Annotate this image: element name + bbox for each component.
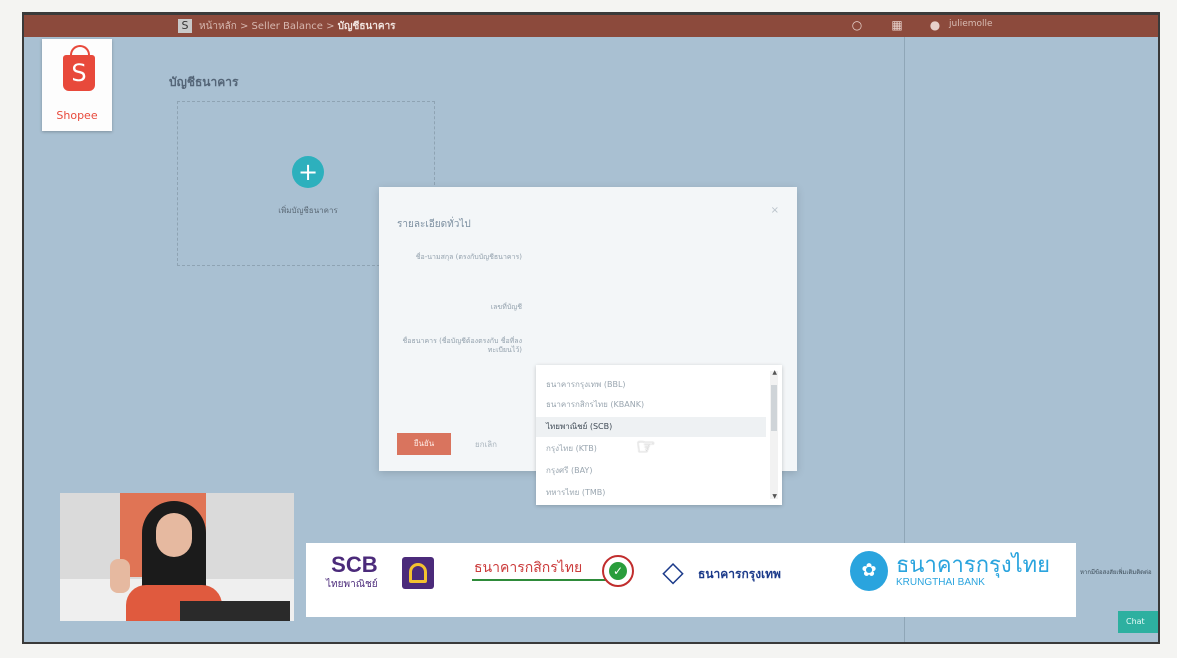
chat-button[interactable]: Chat [1118,611,1158,633]
bbl-thai-name: ธนาคารกรุงเทพ [698,567,781,581]
shopee-wordmark: Shopee [56,109,98,122]
ktb-thai-name: ธนาคารกรุงไทย [896,552,1051,577]
dropdown-scrollbar[interactable] [770,371,778,499]
scb-name: SCB [331,552,378,577]
bbl-lotus-icon: ◇ [662,555,684,588]
breadcrumb-current: บัญชีธนาคาร [337,21,396,32]
bank-option-selected[interactable]: ไทยพาณิชย์ (SCB) [536,417,766,437]
help-note: หากมีข้อสงสัยเพิ่มเติมติดต่อ [1080,569,1152,576]
bank-name-label: ชื่อธนาคาร (ชื่อบัญชีต้องตรงกับ ชื่อที่ล… [402,337,522,354]
bank-option[interactable]: ธนาคารกสิกรไทย (KBANK) [536,395,766,415]
presenter-webcam [60,493,294,621]
shopee-logo: S Shopee [42,39,112,131]
bank-option[interactable]: ธนาคารกรุงเทพ (BBL) [536,375,766,395]
top-navigation-bar: S หน้าหลัก > Seller Balance > บัญชีธนาคา… [24,15,1158,37]
account-name-label: ชื่อ-นามสกุล (ตรงกับบัญชีธนาคาร) [415,253,522,261]
shopee-small-logo[interactable]: S [178,19,192,33]
breadcrumb: หน้าหลัก > Seller Balance > บัญชีธนาคาร [199,19,396,34]
bank-select-dropdown[interactable]: ธนาคารกรุงเทพ (BBL) ธนาคารกสิกรไทย (KBAN… [536,365,782,505]
kbank-emblem-icon: ✓ [602,555,634,587]
page-title: บัญชีธนาคาร [169,75,239,89]
confirm-button[interactable]: ยืนยัน [397,433,451,455]
cancel-button[interactable]: ยกเลิก [475,438,497,451]
breadcrumb-path[interactable]: หน้าหลัก > Seller Balance > [199,21,338,32]
kbank-underline [472,579,626,581]
scb-logo-text: SCB ไทยพาณิชย์ [326,553,378,592]
ktb-garuda-icon: ✿ [850,551,888,591]
bank-option[interactable]: กรุงศรี (BAY) [536,461,766,481]
scroll-down-icon[interactable]: ▼ [772,493,777,500]
ktb-english-name: KRUNGTHAI BANK [896,577,985,588]
modal-title: รายละเอียดทั่วไป [397,219,471,230]
scb-thai-name: ไทยพาณิชย์ [326,579,378,590]
kbank-check-icon: ✓ [609,562,627,580]
account-number-label: เลขที่บัญชี [490,303,522,311]
shopee-bag-icon: S [63,55,95,91]
bank-logos-banner: SCB ไทยพาณิชย์ ธนาคารกสิกรไทย ✓ ◇ ธนาคาร… [306,543,1076,617]
scb-emblem-icon [402,557,434,589]
bell-icon[interactable]: ○ [850,18,864,32]
username[interactable]: juliemolle [949,19,993,29]
grid-icon[interactable]: ▦ [890,18,904,32]
add-bank-account-label: เพิ่มบัญชีธนาคาร [278,206,338,215]
user-icon[interactable]: ● [928,18,942,32]
seller-center-screen: S หน้าหลัก > Seller Balance > บัญชีธนาคา… [22,12,1160,644]
close-icon[interactable]: × [771,205,779,216]
bank-option[interactable]: ทหารไทย (TMB) [536,483,766,503]
ktb-logo-text: ธนาคารกรุงไทย KRUNGTHAI BANK [896,552,1051,589]
scroll-up-icon[interactable]: ▲ [772,369,777,376]
scrollbar-thumb[interactable] [771,385,777,431]
kbank-thai-name: ธนาคารกสิกรไทย [474,560,583,576]
plus-icon[interactable]: + [292,156,324,188]
hand-pointer-icon: ☞ [636,435,656,460]
